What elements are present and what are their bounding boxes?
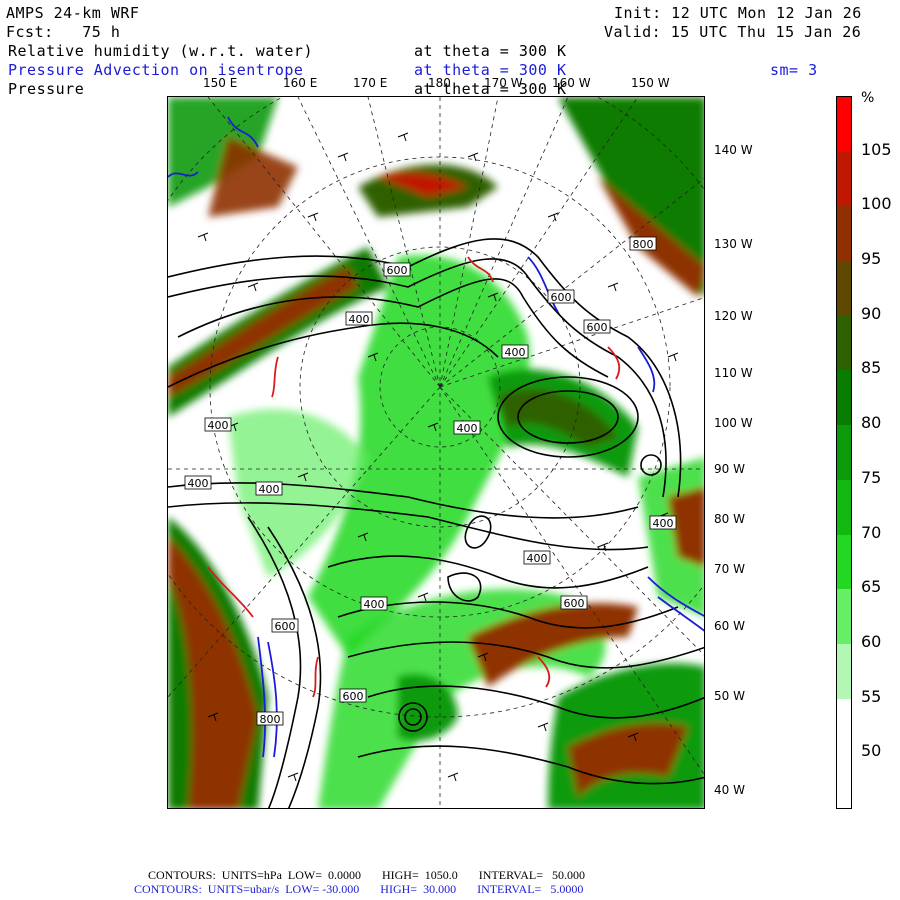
lat-label-120w: 120 W xyxy=(714,309,753,323)
lat-label-90w: 90 W xyxy=(714,462,745,476)
svg-text:600: 600 xyxy=(275,620,296,633)
colorbar-segment xyxy=(837,479,851,536)
colorbar-segment xyxy=(837,261,851,317)
contour-label: 600 xyxy=(383,262,411,277)
colorbar-segment xyxy=(837,534,851,590)
colorbar-segment xyxy=(837,589,851,645)
footer-pressure-contours: CONTOURS: UNITS=hPa LOW= 0.0000 HIGH= 10… xyxy=(148,868,585,882)
colorbar-segment xyxy=(837,753,851,809)
contour-label: 400 xyxy=(501,344,529,359)
humidity-shading xyxy=(168,97,704,808)
contour-label: 400 xyxy=(345,311,373,326)
colorbar-label: 70 xyxy=(861,522,882,542)
field1-level: at theta = 300 K xyxy=(414,42,567,60)
contour-label: 600 xyxy=(560,595,588,610)
lat-label-130w: 130 W xyxy=(714,237,753,251)
svg-text:800: 800 xyxy=(633,238,654,251)
svg-text:600: 600 xyxy=(387,264,408,277)
init-time: Init: 12 UTC Mon 12 Jan 26 xyxy=(614,4,862,22)
colorbar-label: 75 xyxy=(861,467,882,487)
lat-label-140w: 140 W xyxy=(714,143,753,157)
lat-label-40w: 40 W xyxy=(714,783,745,797)
colorbar-label: 60 xyxy=(861,631,882,651)
contour-label: 600 xyxy=(339,688,367,703)
svg-text:600: 600 xyxy=(564,597,585,610)
lon-label-160e: 160 E xyxy=(283,76,318,90)
colorbar xyxy=(836,96,852,809)
colorbar-segment xyxy=(837,643,851,700)
valid-time: Valid: 15 UTC Thu 15 Jan 26 xyxy=(604,23,862,41)
colorbar-segment xyxy=(837,698,851,754)
contour-label: 800 xyxy=(256,711,284,726)
svg-text:400: 400 xyxy=(364,598,385,611)
contour-label: 400 xyxy=(649,515,677,530)
colorbar-segment xyxy=(837,151,851,207)
colorbar-segment xyxy=(837,206,851,262)
svg-text:400: 400 xyxy=(505,346,526,359)
svg-text:400: 400 xyxy=(188,477,209,490)
svg-text:400: 400 xyxy=(653,517,674,530)
colorbar-label: 95 xyxy=(861,249,882,269)
colorbar-segment xyxy=(837,97,851,153)
svg-text:800: 800 xyxy=(260,713,281,726)
lat-label-80w: 80 W xyxy=(714,512,745,526)
svg-text:400: 400 xyxy=(259,483,280,496)
colorbar-label: 65 xyxy=(861,577,882,597)
svg-text:600: 600 xyxy=(551,291,572,304)
map-plot: 800 600 600 600 400 400 400 400 400 400 … xyxy=(168,97,704,808)
colorbar-label: 80 xyxy=(861,413,882,433)
svg-text:400: 400 xyxy=(208,419,229,432)
map-panel: 800 600 600 600 400 400 400 400 400 400 … xyxy=(167,96,705,809)
lat-label-110w: 110 W xyxy=(714,366,753,380)
contour-label: 400 xyxy=(360,596,388,611)
lon-label-150w: 150 W xyxy=(631,76,670,90)
contour-label: 600 xyxy=(547,289,575,304)
svg-text:600: 600 xyxy=(343,690,364,703)
lon-label-150e: 150 E xyxy=(203,76,238,90)
model-title: AMPS 24-km WRF xyxy=(6,4,140,22)
lon-label-180: 180 xyxy=(428,76,451,90)
colorbar-label: 50 xyxy=(861,741,882,761)
contour-label: 400 xyxy=(184,475,212,490)
field1-name: Relative humidity (w.r.t. water) xyxy=(8,42,313,60)
lon-label-170e: 170 E xyxy=(353,76,388,90)
lat-label-60w: 60 W xyxy=(714,619,745,633)
svg-text:600: 600 xyxy=(587,321,608,334)
svg-text:400: 400 xyxy=(457,422,478,435)
contour-label: 400 xyxy=(523,550,551,565)
field2-name: Pressure Advection on isentrope xyxy=(8,61,304,79)
svg-text:400: 400 xyxy=(349,313,370,326)
colorbar-label: 100 xyxy=(861,194,892,214)
colorbar-label: 90 xyxy=(861,303,882,323)
colorbar-label: 105 xyxy=(861,139,892,159)
field3-name: Pressure xyxy=(8,80,85,98)
lon-label-170w: 170 W xyxy=(484,76,523,90)
colorbar-label: 85 xyxy=(861,358,882,378)
colorbar-segment xyxy=(837,425,851,481)
contour-label: 600 xyxy=(583,319,611,334)
contour-label: 600 xyxy=(271,618,299,633)
colorbar-segment xyxy=(837,315,851,371)
lat-label-70w: 70 W xyxy=(714,562,745,576)
forecast-hour: Fcst: 75 h xyxy=(6,23,121,41)
contour-label: 800 xyxy=(629,236,657,251)
lat-label-50w: 50 W xyxy=(714,689,745,703)
colorbar-label: 55 xyxy=(861,686,882,706)
lon-label-160w: 160 W xyxy=(552,76,591,90)
contour-label: 400 xyxy=(255,481,283,496)
footer-advection-contours: CONTOURS: UNITS=ubar/s LOW= -30.000 HIGH… xyxy=(134,882,584,896)
colorbar-unit: % xyxy=(861,90,875,106)
lat-label-100w: 100 W xyxy=(714,416,753,430)
svg-text:400: 400 xyxy=(527,552,548,565)
contour-label: 400 xyxy=(453,420,481,435)
contour-label: 400 xyxy=(204,417,232,432)
colorbar-segment xyxy=(837,370,851,426)
smoothing-label: sm= 3 xyxy=(770,61,818,79)
